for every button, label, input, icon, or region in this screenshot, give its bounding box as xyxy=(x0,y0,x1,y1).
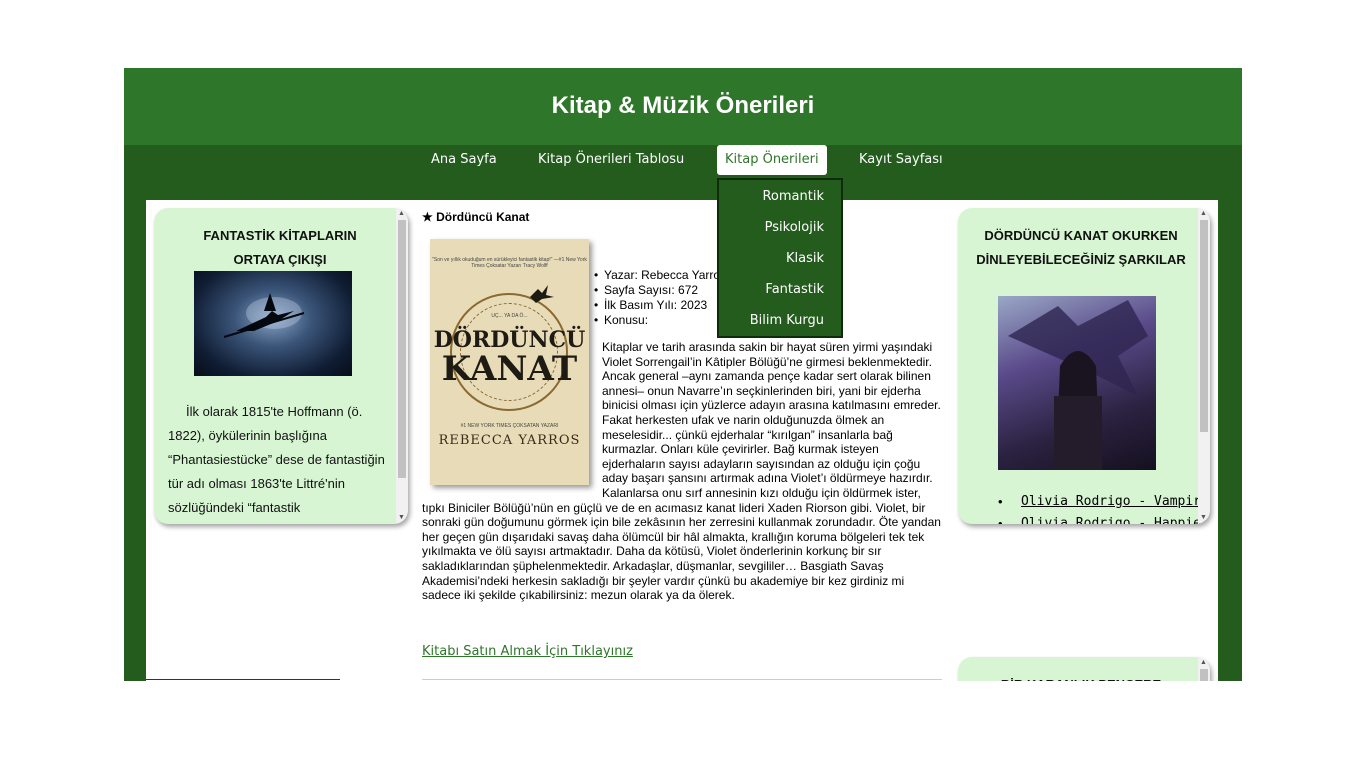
cover-quote: "Son ve yıllık okuduğum en sürükleyici f… xyxy=(432,257,587,269)
page-frame: Kitap & Müzik Önerileri Ana Sayfa Kitap … xyxy=(124,68,1242,681)
song-link-vampire[interactable]: Olivia Rodrigo - Vampire xyxy=(1021,494,1209,509)
song-list: Olivia Rodrigo - Vampire Olivia Rodrigo … xyxy=(998,491,1209,524)
nav-ana-sayfa[interactable]: Ana Sayfa xyxy=(423,145,505,175)
right-panel-2[interactable]: BİR KARANLIK PENCERE ▲ xyxy=(958,657,1210,681)
nav-kitap-onerileri[interactable]: Kitap Önerileri xyxy=(717,145,827,175)
song-item: Olivia Rodrigo - Vampire xyxy=(998,491,1209,513)
book-detail: ★ Dördüncü Kanat "Son ve yıllık okuduğum… xyxy=(422,200,944,681)
left-panel-title-line2: ORTAYA ÇIKIŞI xyxy=(233,252,327,267)
right-panel-title-line1: DÖRDÜNCÜ KANAT OKURKEN xyxy=(984,228,1178,243)
dropdown-item-bilim-kurgu[interactable]: Bilim Kurgu xyxy=(750,313,824,328)
witch-moon-image xyxy=(194,271,352,376)
song-link-happier[interactable]: Olivia Rodrigo - Happier xyxy=(1021,516,1209,524)
book-title: ★ Dördüncü Kanat xyxy=(422,210,530,224)
dropdown-item-klasik[interactable]: Klasik xyxy=(786,251,824,266)
nav-kayit-sayfasi[interactable]: Kayıt Sayfası xyxy=(851,145,951,175)
dragon-icon xyxy=(530,285,554,303)
site-header: Kitap & Müzik Önerileri xyxy=(124,68,1242,145)
divider xyxy=(422,679,942,680)
buy-book-link[interactable]: Kitabı Satın Almak İçin Tıklayınız xyxy=(422,644,633,659)
dragon-rider-image xyxy=(998,296,1156,470)
right-panel-2-scrollbar[interactable]: ▲ xyxy=(1198,657,1210,681)
kitap-onerileri-dropdown: Romantik Psikolojik Klasik Fantastik Bil… xyxy=(717,178,843,338)
left-panel-scrollbar[interactable]: ▲ ▼ xyxy=(396,208,408,524)
site-title: Kitap & Müzik Önerileri xyxy=(551,91,815,119)
left-panel-title-line1: FANTASTİK KİTAPLARIN xyxy=(203,228,357,243)
dropdown-item-romantik[interactable]: Romantik xyxy=(762,189,824,204)
meta-subject: Konusu: xyxy=(594,313,726,328)
content-area: FANTASTİK KİTAPLARIN ORTAYA ÇIKIŞI İlk o… xyxy=(146,200,1218,681)
nav-kitap-onerileri-tablosu[interactable]: Kitap Önerileri Tablosu xyxy=(530,145,692,175)
right-panel-scrollbar[interactable]: ▲ ▼ xyxy=(1198,208,1210,524)
dropdown-item-fantastik[interactable]: Fantastik xyxy=(765,282,824,297)
right-songs-panel[interactable]: DÖRDÜNCÜ KANAT OKURKEN DİNLEYEBİLECEĞİNİ… xyxy=(958,208,1210,524)
meta-pages: Sayfa Sayısı: 672 xyxy=(594,283,726,298)
right-panel-title-line2: DİNLEYEBİLECEĞİNİZ ŞARKILAR xyxy=(976,252,1186,267)
meta-author: Yazar: Rebecca Yarros xyxy=(594,268,726,283)
left-info-panel[interactable]: FANTASTİK KİTAPLARIN ORTAYA ÇIKIŞI İlk o… xyxy=(154,208,408,524)
cover-series: UÇ... YA DA Ö... xyxy=(491,313,528,319)
left-panel-text: İlk olarak 1815'te Hoffmann (ö. 1822), ö… xyxy=(168,404,385,515)
right-panel-2-title: BİR KARANLIK PENCERE xyxy=(970,673,1192,681)
dropdown-item-psikolojik[interactable]: Psikolojik xyxy=(765,220,824,235)
left-divider xyxy=(146,679,340,680)
book-meta-list: Yazar: Rebecca Yarros Sayfa Sayısı: 672 … xyxy=(594,268,726,328)
meta-year: İlk Basım Yılı: 2023 xyxy=(594,298,726,313)
book-summary: Kitaplar ve tarih arasında sakin bir hay… xyxy=(422,340,944,603)
song-item: Olivia Rodrigo - Happier xyxy=(998,513,1209,524)
main-nav: Ana Sayfa Kitap Önerileri Tablosu Kitap … xyxy=(124,145,1242,177)
